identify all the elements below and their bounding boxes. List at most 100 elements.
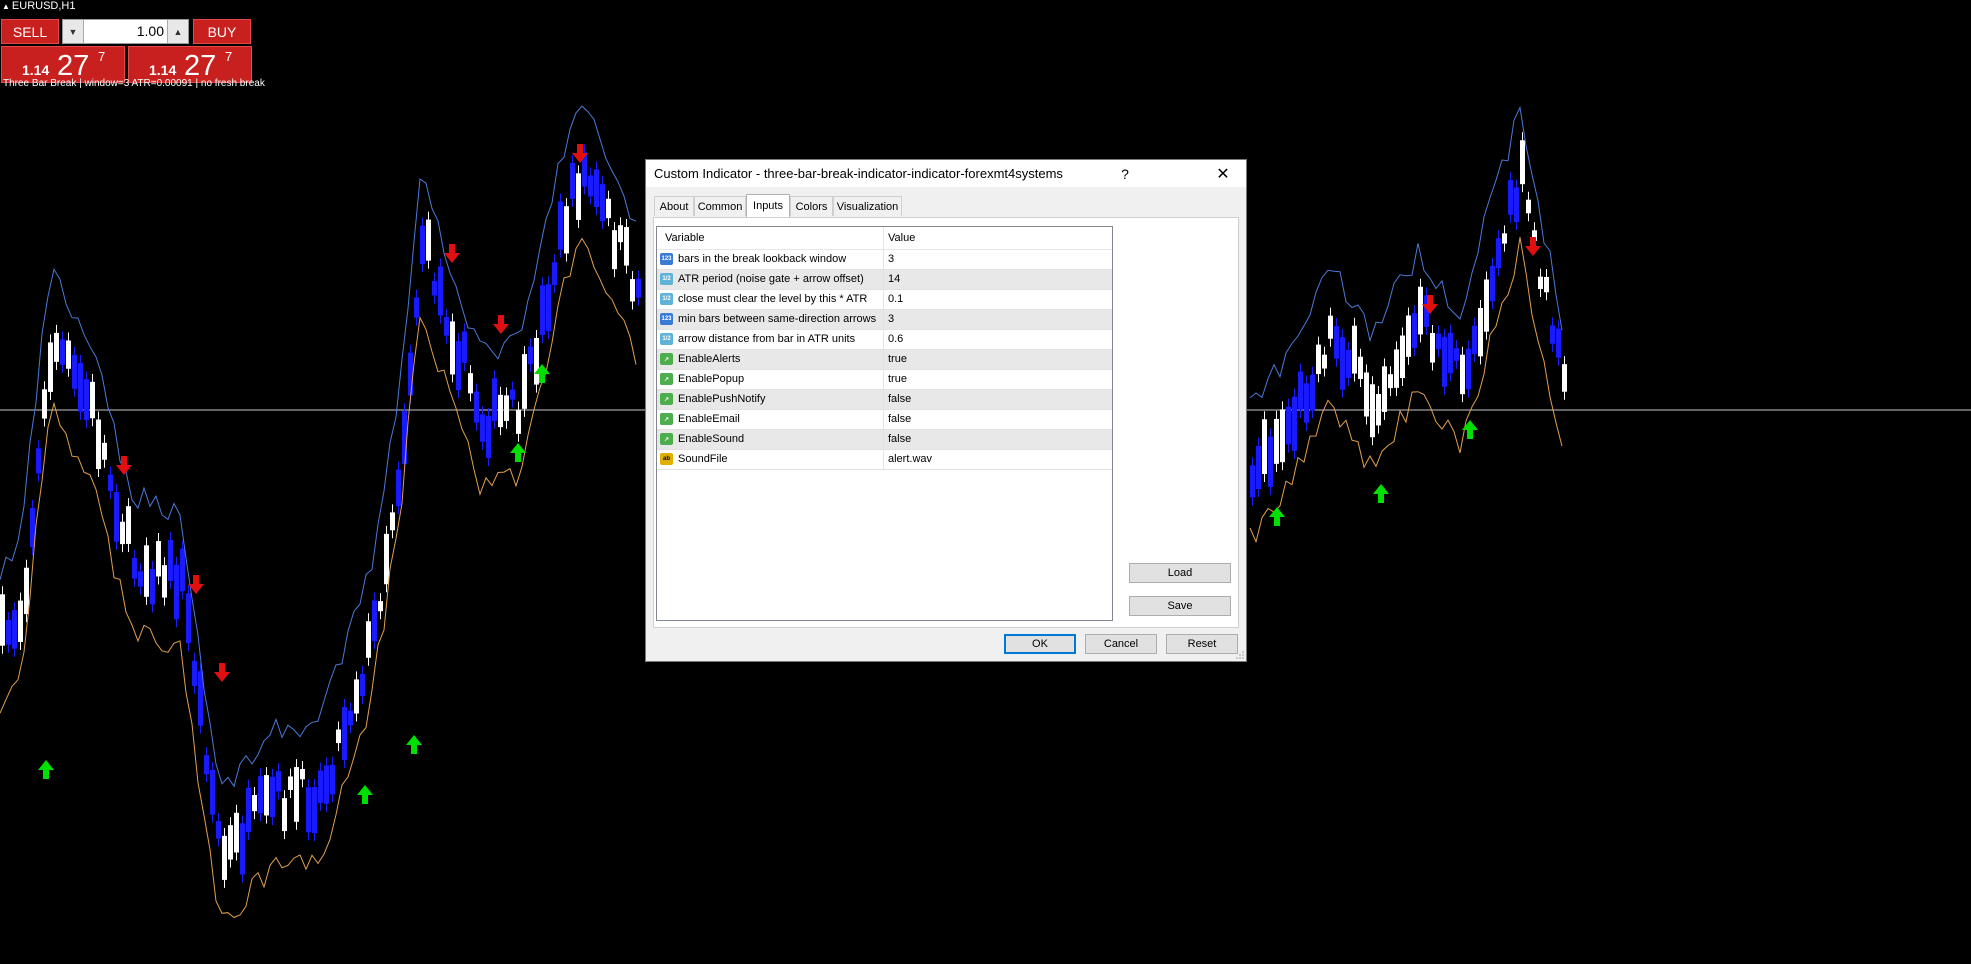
tab-common[interactable]: Common [694,196,746,216]
input-row[interactable]: 1/2 ATR period (noise gate + arrow offset… [657,270,1112,290]
tab-colors[interactable]: Colors [790,196,833,216]
cancel-button[interactable]: Cancel [1085,634,1157,654]
candle-body [1454,348,1459,361]
resize-grip-icon[interactable] [1236,651,1244,659]
buy-price-sup: 7 [225,49,233,64]
candle-body [438,266,443,316]
input-row[interactable]: 123 bars in the break lookback window 3 [657,250,1112,270]
candle-body [1484,279,1489,332]
candle-body [576,173,581,220]
buy-button[interactable]: BUY [193,19,251,44]
candle-body [204,755,209,775]
string-type-icon: ab [660,453,673,465]
candle-body [144,545,149,597]
candle-body [1406,315,1411,357]
input-variable-name: min bars between same-direction arrows [678,313,877,325]
candle-body [78,362,83,412]
input-row[interactable]: ↗ EnableAlerts true [657,350,1112,370]
tab-visualization[interactable]: Visualization [833,196,902,216]
boolean-type-icon: ↗ [660,433,673,445]
input-variable-name: close must clear the level by this * ATR [678,293,868,305]
reset-button[interactable]: Reset [1166,634,1238,654]
double-type-icon: 1/2 [660,333,673,345]
input-value-field[interactable]: 0.6 [888,333,903,345]
candle-body [462,331,467,363]
double-type-icon: 1/2 [660,273,673,285]
candle-body [348,710,353,726]
input-value-field[interactable]: alert.wav [888,453,932,465]
candle-body [1340,337,1345,390]
close-icon[interactable]: ✕ [1200,160,1246,187]
input-row[interactable]: 1/2 close must clear the level by this * … [657,290,1112,310]
sell-button[interactable]: SELL [1,19,59,44]
input-value-field[interactable]: true [888,373,907,385]
tab-about[interactable]: About [654,196,694,216]
grid-rows: 123 bars in the break lookback window 3 1/2… [657,250,1112,470]
candle-body [60,339,65,365]
candle-body [264,775,269,816]
header-variable[interactable]: Variable [665,232,705,244]
column-divider [883,330,884,349]
ok-button[interactable]: OK [1004,634,1076,654]
buy-arrow-icon [38,760,54,779]
candle-body [534,337,539,385]
upper-band-line [0,105,637,788]
help-button[interactable]: ? [1105,160,1145,187]
input-row[interactable]: ↗ EnablePopup true [657,370,1112,390]
candle-body [1280,409,1285,463]
save-button[interactable]: Save [1129,596,1231,616]
header-value[interactable]: Value [888,232,915,244]
candle-body [390,512,395,531]
input-value-field[interactable]: false [888,393,911,405]
candle-body [1490,265,1495,302]
candle-body [1550,325,1555,344]
input-value-field[interactable]: false [888,433,911,445]
header-divider[interactable] [883,227,884,249]
input-row[interactable]: ↗ EnableEmail false [657,410,1112,430]
input-value-field[interactable]: 0.1 [888,293,903,305]
lot-decrease-icon[interactable]: ▼ [63,20,84,43]
input-value-field[interactable]: true [888,353,907,365]
candle-body [318,770,323,803]
input-row[interactable]: 123 min bars between same-direction arrow… [657,310,1112,330]
candle-body [150,569,155,605]
column-divider [883,250,884,269]
candle-body [420,225,425,264]
candle-body [1256,445,1261,490]
input-row[interactable]: 1/2 arrow distance from bar in ATR units 0… [657,330,1112,350]
candle-body [606,198,611,219]
lot-size-input[interactable]: 1.00 [85,20,164,43]
candle-body [636,278,641,298]
input-value-field[interactable]: 3 [888,253,894,265]
candle-body [456,341,461,391]
input-value-field[interactable]: 3 [888,313,894,325]
candle-body [228,825,233,860]
input-variable-name: SoundFile [678,453,728,465]
candle-body [1328,315,1333,339]
candle-body [0,594,5,646]
candle-body [1478,307,1483,357]
boolean-type-icon: ↗ [660,413,673,425]
input-row[interactable]: ↗ EnablePushNotify false [657,390,1112,410]
input-value-field[interactable]: false [888,413,911,425]
grid-header: Variable Value [657,227,1112,250]
input-row[interactable]: ab SoundFile alert.wav [657,450,1112,470]
tab-inputs[interactable]: Inputs [746,194,790,217]
lot-size-stepper[interactable]: ▼ 1.00 ▲ [62,19,189,44]
candle-body [492,378,497,421]
lot-increase-icon[interactable]: ▲ [167,20,188,43]
dialog-titlebar[interactable]: Custom Indicator - three-bar-break-indic… [646,160,1246,187]
candle-body [408,352,413,396]
input-row[interactable]: ↗ EnableSound false [657,430,1112,450]
column-divider [883,410,884,429]
load-button[interactable]: Load [1129,563,1231,583]
candle-body [1520,140,1525,185]
input-value-field[interactable]: 14 [888,273,900,285]
candle-body [6,619,11,645]
inputs-grid[interactable]: Variable Value 123 bars in the break look… [656,226,1113,621]
candle-body [1304,383,1309,423]
column-divider [883,290,884,309]
candle-body [624,227,629,266]
boolean-type-icon: ↗ [660,393,673,405]
chart-menu-triangle-icon[interactable]: ▲ [2,2,10,11]
